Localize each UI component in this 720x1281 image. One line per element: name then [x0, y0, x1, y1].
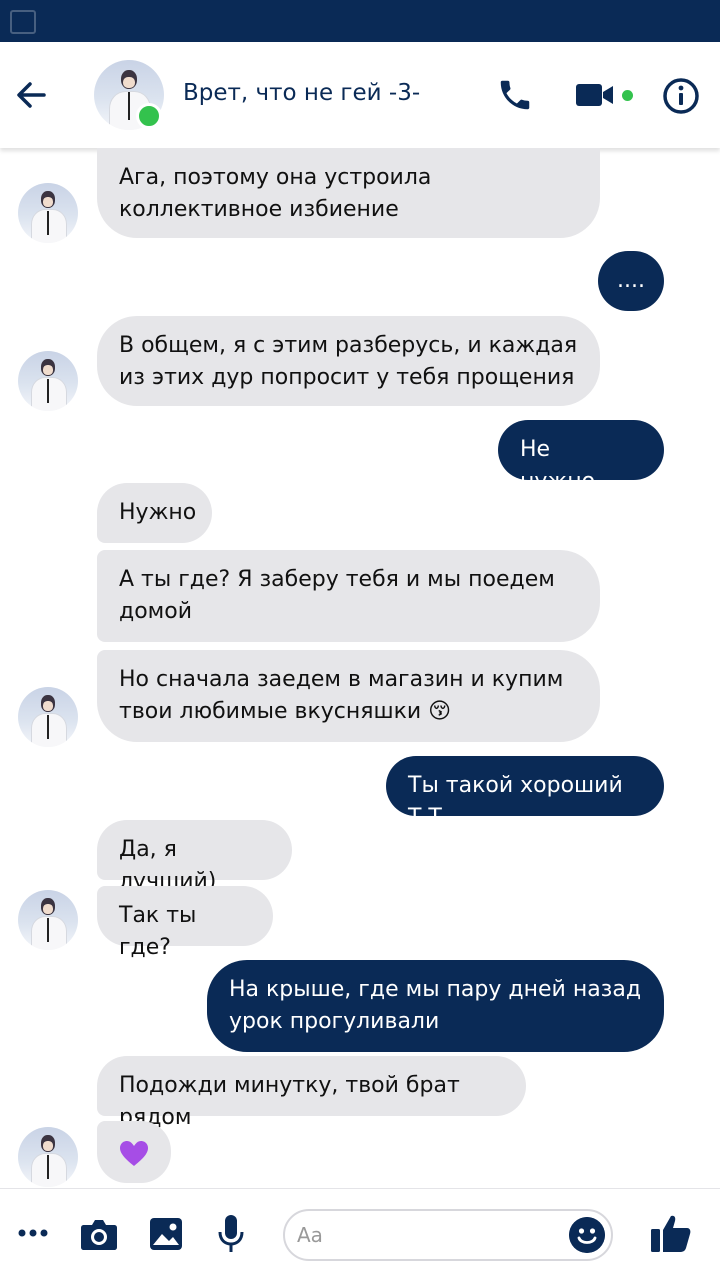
purple-heart-icon — [120, 1141, 148, 1166]
incoming-message[interactable]: А ты где? Я заберу тебя и мы поедем домо… — [97, 550, 600, 642]
incoming-message[interactable]: Нужно — [97, 483, 212, 543]
outgoing-message[interactable]: На крыше, где мы пару дней назад урок пр… — [207, 960, 664, 1052]
message-input[interactable]: Aa — [283, 1209, 613, 1261]
phone-icon[interactable] — [496, 76, 534, 114]
incoming-message[interactable]: В общем, я с этим разберусь, и каждая из… — [97, 316, 600, 406]
camera-icon[interactable] — [80, 1217, 118, 1251]
outgoing-message[interactable]: .... — [598, 251, 664, 311]
incoming-message[interactable]: Да, я лучший) — [97, 820, 292, 894]
image-icon[interactable] — [149, 1217, 183, 1251]
emoji-icon[interactable] — [569, 1217, 605, 1253]
notification-icon — [10, 10, 36, 34]
contact-name[interactable]: Врет, что не гей -3- — [183, 80, 420, 106]
video-icon[interactable] — [575, 80, 615, 110]
contact-avatar-small — [18, 687, 78, 747]
contact-avatar-small — [18, 183, 78, 243]
chat-header: Врет, что не гей -3- — [0, 42, 720, 148]
more-icon[interactable] — [18, 1227, 48, 1239]
status-bar — [0, 0, 720, 42]
outgoing-message[interactable]: Не нужно... — [498, 420, 664, 494]
thumbs-up-icon[interactable] — [650, 1213, 692, 1253]
video-active-dot — [622, 90, 633, 101]
contact-avatar-small — [18, 890, 78, 950]
contact-avatar-small — [18, 1127, 78, 1187]
info-icon[interactable] — [662, 77, 700, 115]
outgoing-message[interactable]: Ты такой хороший Т.Т — [386, 756, 664, 830]
contact-avatar-small — [18, 351, 78, 411]
incoming-message[interactable]: Но сначала заедем в магазин и купим твои… — [97, 650, 600, 742]
composer-bar: Aa — [0, 1188, 720, 1281]
incoming-message[interactable]: Подожди минутку, твой брат рядом — [97, 1056, 526, 1130]
incoming-message[interactable]: Так ты где? — [97, 886, 273, 960]
online-status-dot — [136, 103, 162, 129]
incoming-message[interactable]: Ага, поэтому она устроила коллективное и… — [97, 148, 600, 238]
message-input-placeholder: Aa — [297, 1223, 323, 1247]
arrow-left-icon[interactable] — [14, 78, 48, 112]
microphone-icon[interactable] — [218, 1214, 244, 1254]
